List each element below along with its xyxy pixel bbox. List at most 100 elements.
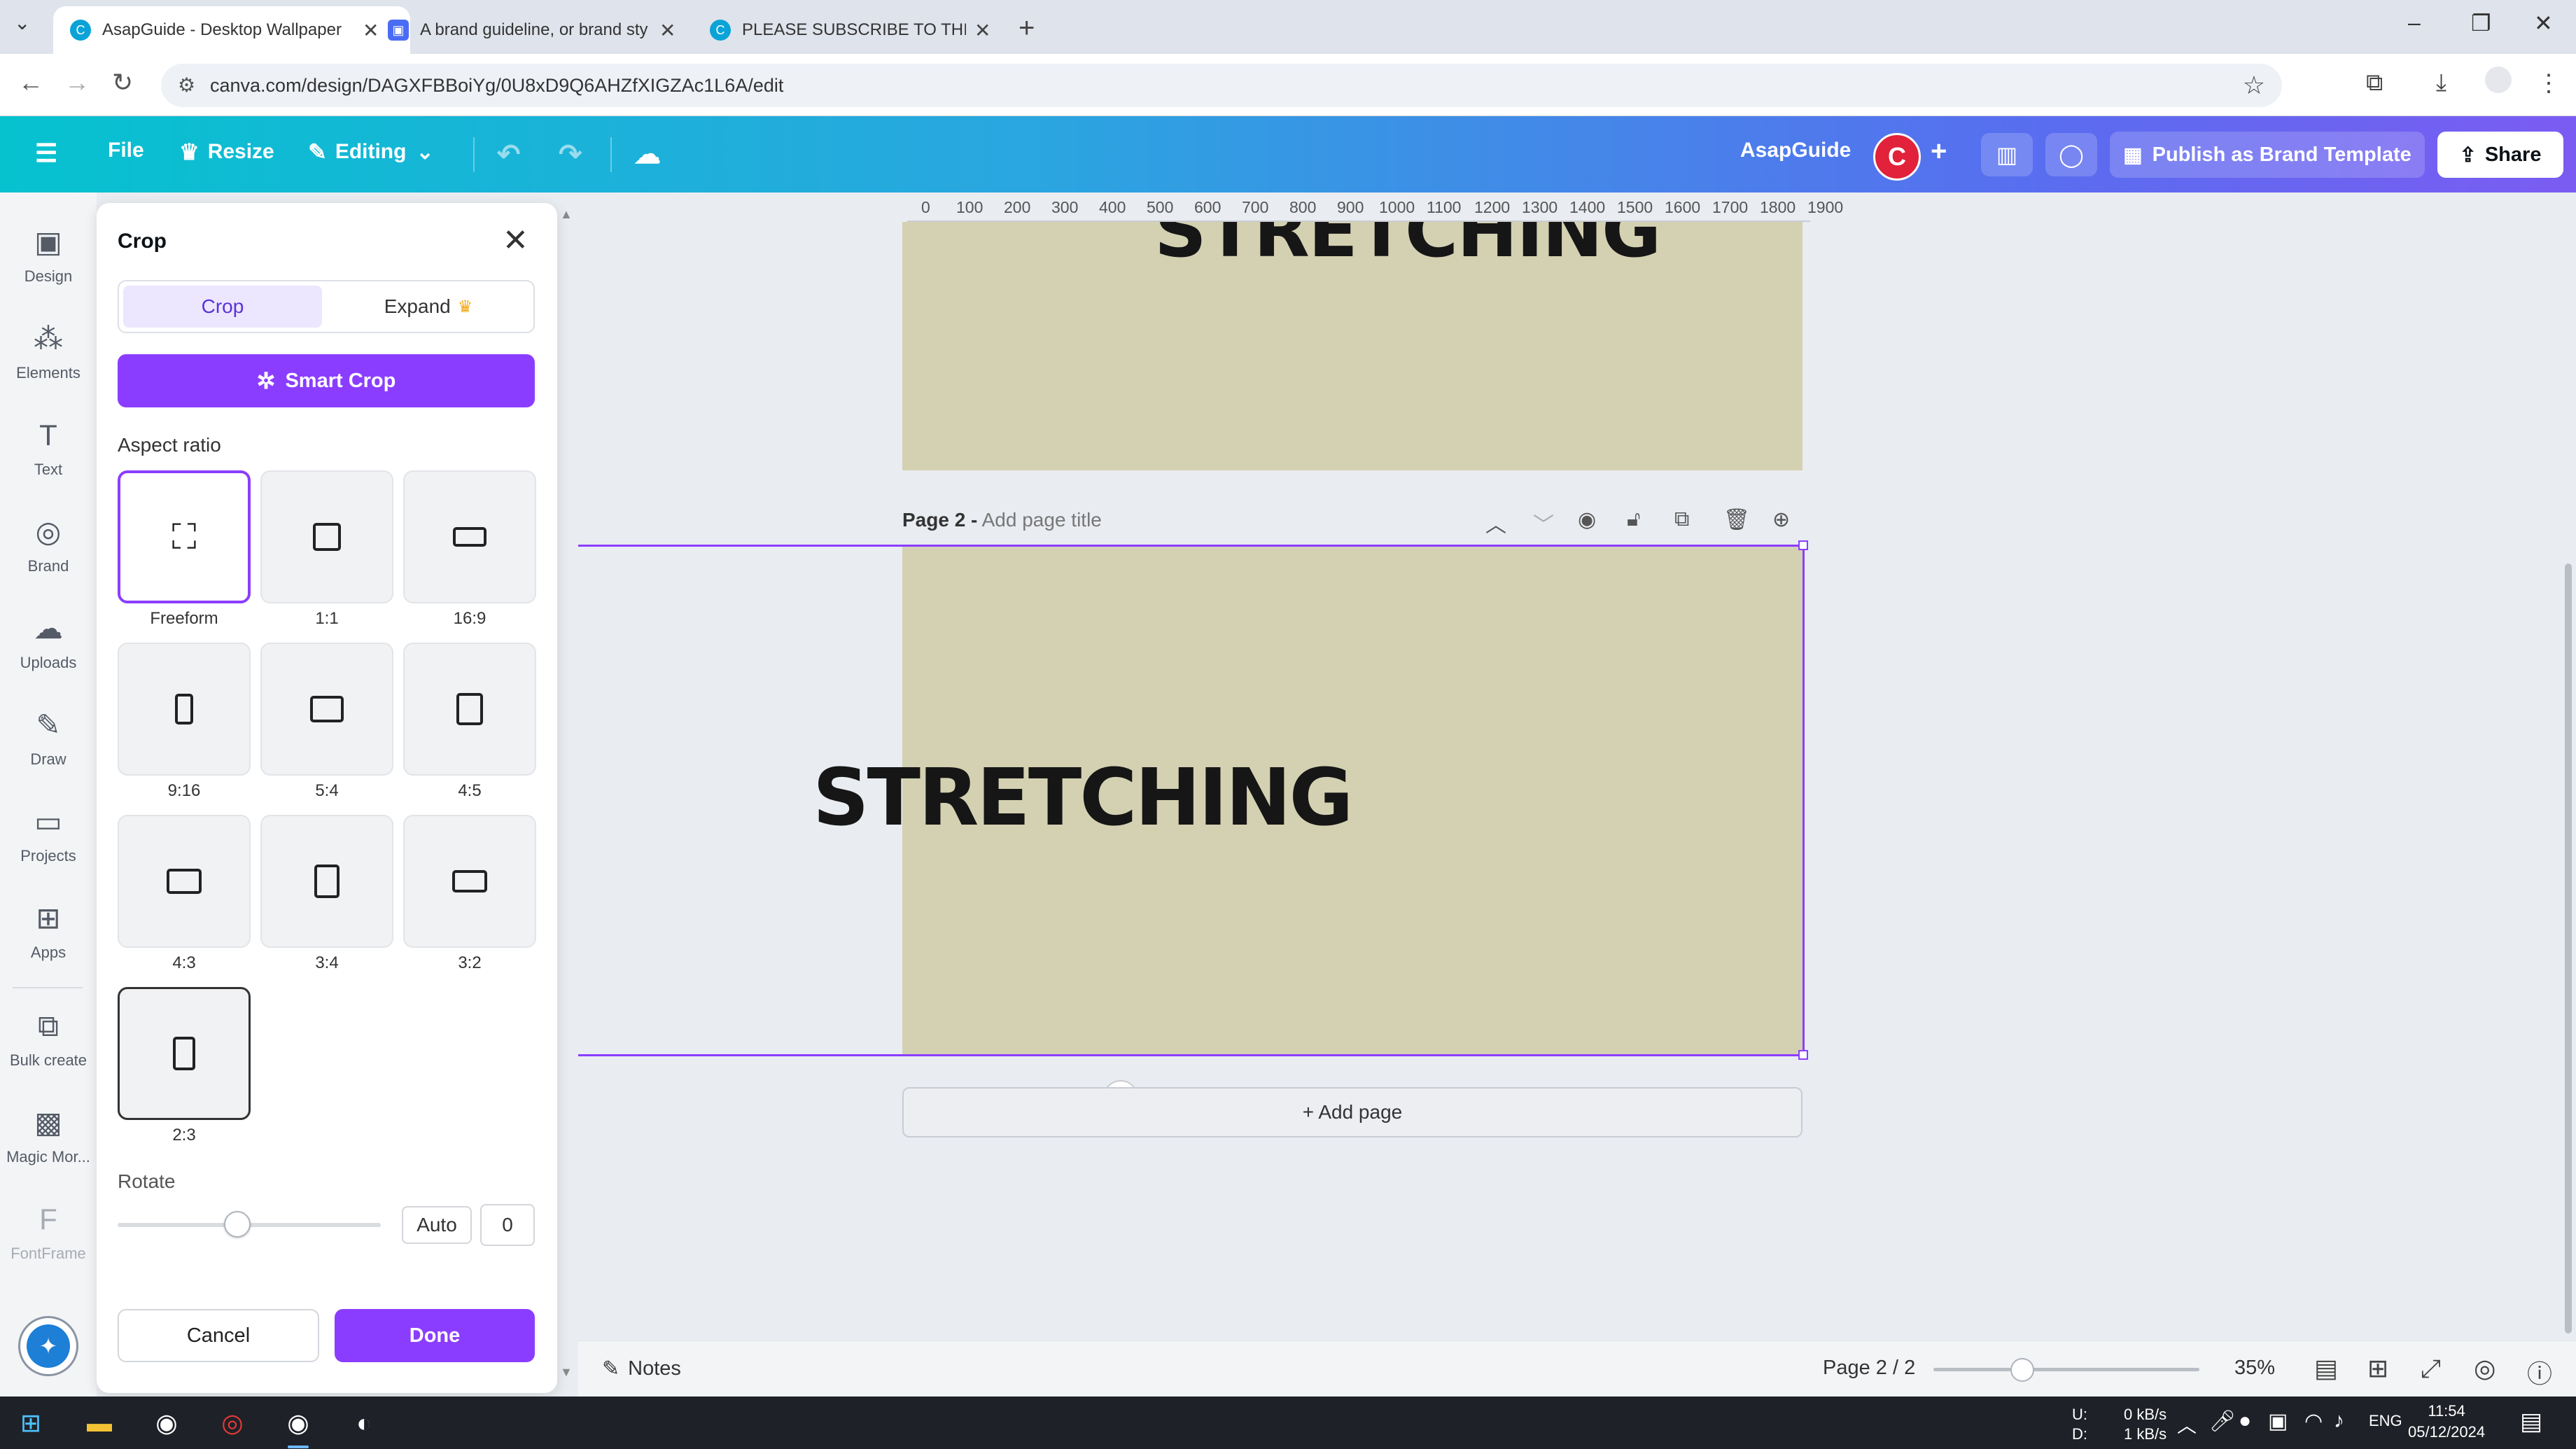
page-count[interactable]: Page 2 / 2: [1823, 1357, 1915, 1380]
ratio-3-2[interactable]: [403, 815, 536, 948]
stretching-text-element[interactable]: STRETCHING: [813, 752, 1353, 844]
smart-crop-button[interactable]: ✲ Smart Crop: [118, 354, 535, 407]
sidebar-item-design[interactable]: ▣ Design: [0, 224, 97, 286]
browser-tab-asapguide[interactable]: C AsapGuide - Desktop Wallpaper ✕: [53, 6, 410, 54]
sidebar-item-text[interactable]: T Text: [0, 417, 97, 479]
redo-icon[interactable]: ↷: [559, 139, 582, 171]
zoom-level[interactable]: 35%: [2234, 1357, 2275, 1380]
duplicate-page-icon[interactable]: ⧉: [1674, 507, 1689, 531]
rotate-slider-handle[interactable]: [224, 1211, 251, 1238]
browser-tab-brand-guideline[interactable]: ▣ A brand guideline, or brand sty ✕: [371, 6, 693, 54]
record-tray-icon[interactable]: ●: [2239, 1409, 2251, 1433]
sidebar-item-apps[interactable]: ⊞ Apps: [0, 900, 97, 962]
publish-brand-template-button[interactable]: ▦ Publish as Brand Template: [2110, 132, 2425, 178]
ratio-freeform[interactable]: ⛶: [118, 470, 251, 603]
undo-icon[interactable]: ↶: [497, 139, 521, 171]
close-tab-icon[interactable]: ✕: [974, 19, 990, 42]
editing-mode-dropdown[interactable]: ✎ Editing ⌄: [308, 139, 434, 165]
tab-crop[interactable]: Crop: [123, 286, 322, 328]
zoom-slider-handle[interactable]: [2010, 1358, 2034, 1382]
restore-icon[interactable]: ❐: [2471, 10, 2491, 36]
sidebar-item-projects[interactable]: ▭ Projects: [0, 804, 97, 865]
system-clock[interactable]: 11:54 05/12/2024: [2408, 1401, 2485, 1443]
move-page-up-icon[interactable]: ︿: [1485, 507, 1506, 538]
resize-handle[interactable]: [1798, 540, 1808, 550]
magic-assistant-button[interactable]: ✦: [18, 1316, 78, 1376]
move-page-down-icon[interactable]: ﹀: [1533, 507, 1554, 538]
wifi-icon[interactable]: ◠: [2304, 1409, 2323, 1434]
sidebar-item-magic-morph[interactable]: ▩ Magic Mor...: [0, 1105, 97, 1166]
ratio-4-5[interactable]: [403, 643, 536, 776]
url-bar[interactable]: ⚙ canva.com/design/DAGXFBBoiYg/0U8xD9Q6A…: [161, 64, 2282, 107]
panel-scroll-down-icon[interactable]: ▼: [560, 1365, 573, 1380]
comments-icon[interactable]: ◯: [2045, 133, 2097, 176]
recorder-icon[interactable]: ◎: [214, 1405, 251, 1441]
add-page-button[interactable]: + Add page: [902, 1087, 1802, 1138]
microphone-icon[interactable]: 🎤︎: [2209, 1409, 2236, 1434]
done-button[interactable]: Done: [335, 1309, 535, 1362]
reload-icon[interactable]: ↻: [112, 68, 133, 97]
extensions-icon[interactable]: ⧉: [2366, 69, 2383, 97]
sidebar-item-uploads[interactable]: ☁ Uploads: [0, 610, 97, 672]
tab-expand[interactable]: Expand ♛: [329, 286, 528, 328]
back-icon[interactable]: ←: [18, 68, 43, 97]
app-tray-icon[interactable]: ▣: [2268, 1409, 2288, 1434]
lock-page-icon[interactable]: 🔓︎: [1627, 507, 1640, 531]
chrome-icon[interactable]: ◉: [148, 1405, 185, 1441]
notes-button[interactable]: ✎ Notes: [602, 1357, 681, 1381]
rotate-auto-button[interactable]: Auto: [402, 1206, 472, 1244]
ratio-5-4[interactable]: [260, 643, 393, 776]
obs-icon[interactable]: ◐: [346, 1405, 382, 1441]
page-title-input[interactable]: Add page title: [982, 509, 1102, 531]
share-button[interactable]: ⇪ Share: [2437, 132, 2563, 178]
sidebar-item-fontframe[interactable]: F FontFrame: [0, 1201, 97, 1263]
sidebar-item-elements[interactable]: ⁂ Elements: [0, 321, 97, 382]
minimize-icon[interactable]: –: [2408, 10, 2421, 36]
file-menu[interactable]: File: [108, 139, 144, 162]
windows-start-icon[interactable]: ⊞: [13, 1405, 49, 1441]
profile-icon[interactable]: [2485, 66, 2512, 93]
check-icon[interactable]: ◎: [2474, 1354, 2496, 1383]
add-page-icon[interactable]: ⊕: [1772, 507, 1790, 532]
page-view-icon[interactable]: ▤: [2314, 1354, 2338, 1383]
grid-view-icon[interactable]: ⊞: [2367, 1354, 2388, 1383]
browser-menu-icon[interactable]: ⋮: [2537, 69, 2561, 97]
avatar[interactable]: C: [1873, 133, 1921, 181]
cancel-button[interactable]: Cancel: [118, 1309, 319, 1362]
tab-search-icon[interactable]: ⌄: [14, 11, 30, 34]
download-icon[interactable]: ⤓: [2436, 69, 2446, 97]
notifications-icon[interactable]: ▤: [2520, 1408, 2542, 1436]
cloud-save-icon[interactable]: ☁: [634, 139, 661, 170]
ratio-9-16[interactable]: [118, 643, 251, 776]
ratio-4-3[interactable]: [118, 815, 251, 948]
ratio-16-9[interactable]: [403, 470, 536, 603]
sidebar-item-draw[interactable]: ✎ Draw: [0, 707, 97, 769]
page-1-heading[interactable]: STRETCHING: [1154, 222, 1661, 274]
help-icon[interactable]: ⓘ: [2527, 1354, 2552, 1390]
ratio-1-1[interactable]: [260, 470, 393, 603]
chrome-active-icon[interactable]: ◉: [280, 1405, 316, 1441]
resize-handle[interactable]: [1798, 1050, 1808, 1060]
forward-icon[interactable]: →: [64, 68, 90, 97]
tray-chevron-icon[interactable]: ︿: [2177, 1410, 2197, 1438]
hide-page-icon[interactable]: ◉: [1578, 507, 1596, 532]
panel-scroll-up-icon[interactable]: ▲: [560, 207, 573, 222]
new-tab-icon[interactable]: +: [1018, 13, 1035, 44]
invite-plus-icon[interactable]: +: [1931, 136, 1947, 167]
ratio-3-4[interactable]: [260, 815, 393, 948]
url-text[interactable]: canva.com/design/DAGXFBBoiYg/0U8xD9Q6AHZ…: [210, 75, 783, 97]
rotate-degree-input[interactable]: 0: [480, 1204, 535, 1246]
delete-page-icon[interactable]: 🗑︎: [1723, 507, 1750, 532]
zoom-slider-track[interactable]: [1933, 1368, 2199, 1371]
insights-chart-icon[interactable]: ▥: [1981, 133, 2033, 176]
site-info-icon[interactable]: ⚙: [178, 74, 195, 97]
ratio-2-3[interactable]: [118, 987, 251, 1120]
resize-button[interactable]: ♛ Resize: [179, 139, 274, 165]
fullscreen-icon[interactable]: ⤢: [2421, 1354, 2441, 1384]
canvas-scrollbar[interactable]: [2565, 564, 2572, 1334]
close-tab-icon[interactable]: ✕: [659, 19, 676, 42]
sidebar-item-bulk-create[interactable]: ⧉ Bulk create: [0, 1008, 97, 1070]
input-language[interactable]: ENG: [2369, 1412, 2402, 1430]
browser-tab-subscribe[interactable]: C PLEASE SUBSCRIBE TO THIS CH ✕: [693, 6, 1015, 54]
page-1[interactable]: STRETCHING: [902, 222, 1802, 470]
